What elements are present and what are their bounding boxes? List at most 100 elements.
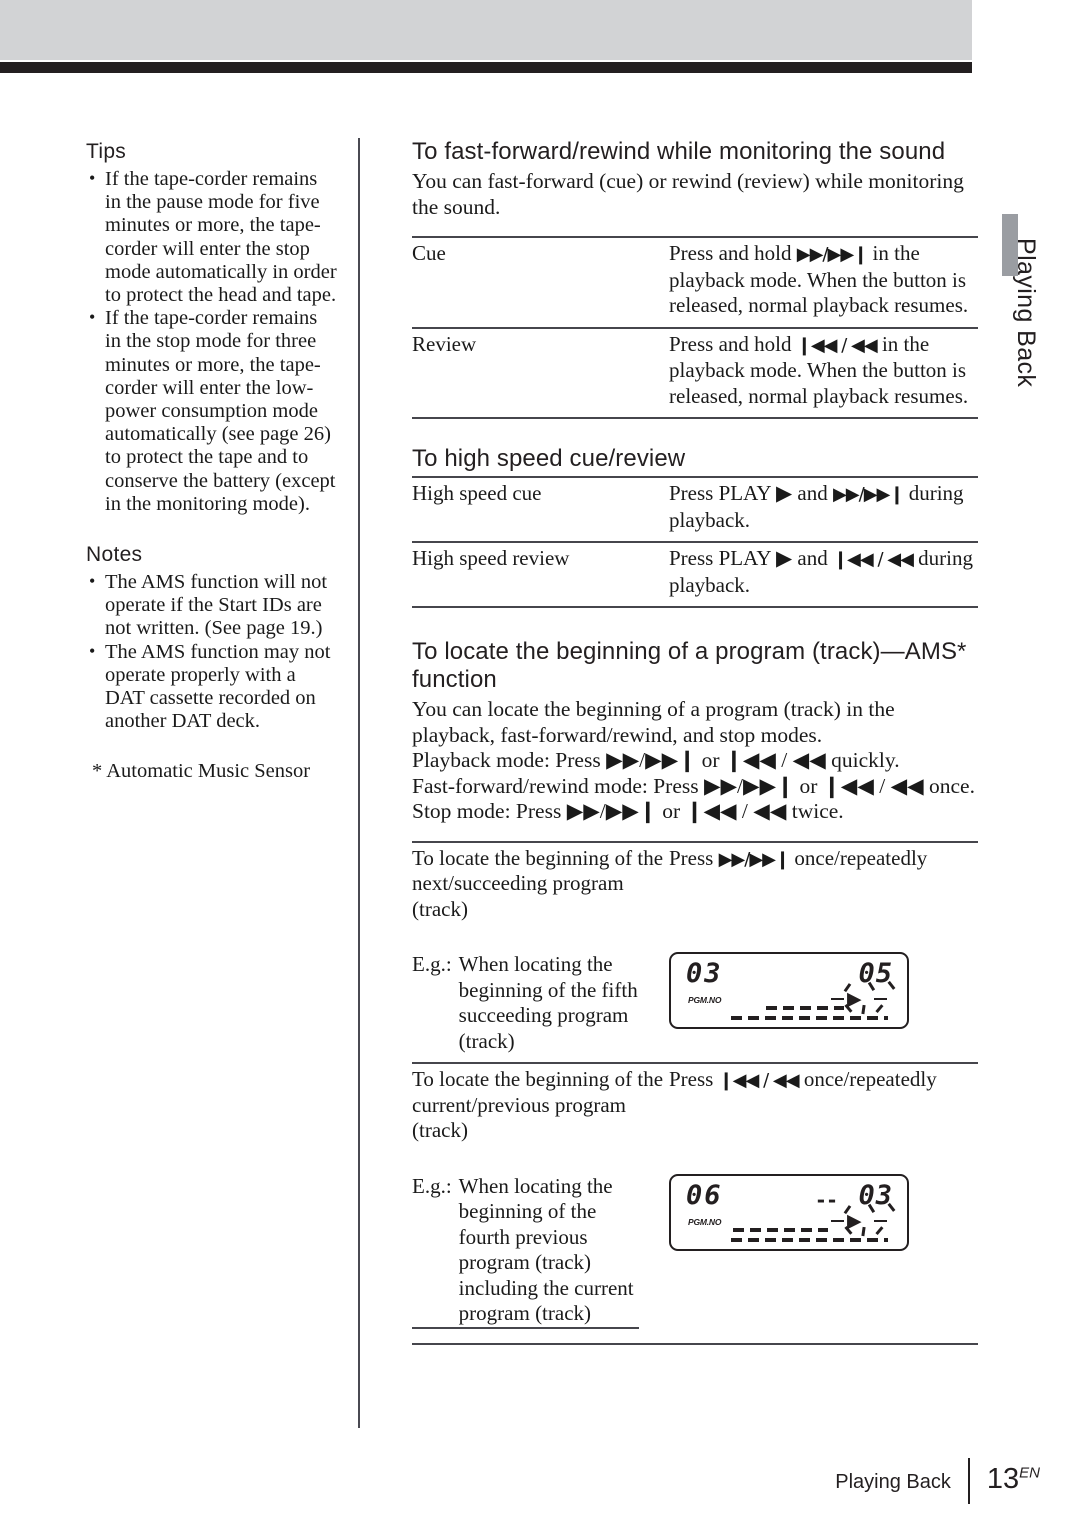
section-heading-high-speed: To high speed cue/review [412,445,686,472]
row-value: Press PLAY ▶ and ▶▶/▶▶❙ during playback. [669,476,978,542]
section-heading-ams: To locate the beginning of a program (tr… [412,638,967,693]
lcd-dash-row-upper [766,1006,844,1010]
manual-page: Playing Back Tips • If the tape-corder re… [0,0,1080,1533]
left-column: Tips • If the tape-corder remains in the … [86,140,338,784]
lcd-pgm-no-label: PGM.NO [688,995,722,1005]
row-text-after: once/repeatedly [789,845,928,870]
row-value: Press and hold ❙◀◀ / ◀◀ in the playback … [669,326,978,419]
blink-mark-icon [875,1004,884,1013]
table-row: Cue Press and hold ▶▶/▶▶❙ in the playbac… [412,236,978,328]
ams-locate-table: To locate the beginning of the next/succ… [412,840,978,1345]
lcd-cell: 03 PGM.NO 05 ▶ [669,930,978,1063]
tips-list: • If the tape-corder remains in the pause… [86,168,338,516]
lcd-dash-row-upper [733,1227,828,1232]
row-label: Cue [412,236,669,328]
ams-intro-line4: Stop mode: Press ▶▶/▶▶❙ or ❙◀◀ / ◀◀ twic… [412,799,844,823]
play-triangle-icon: ▶ [847,1209,862,1232]
side-tab-label: Playing Back [1012,238,1040,388]
table-row: To locate the beginning of the next/succ… [412,840,978,930]
ams-footnote: * Automatic Music Sensor [92,760,311,783]
lcd-dash-row-lower [731,1237,888,1242]
row-text-before: Press PLAY ▶ and [669,546,833,570]
right-arrow-mark-icon [874,1219,887,1222]
lcd-program-number: 06 [686,1179,723,1211]
footer-page-locale: EN [1019,1464,1040,1482]
tip-text: If the tape-corder remains in the stop m… [105,307,336,515]
notes-heading: Notes [86,543,143,567]
row-label: To locate the beginning of the next/succ… [412,840,669,930]
list-item: • The AMS function will not operate if th… [86,571,338,641]
lcd-program-number: 03 [686,958,723,989]
footer-section-label: Playing Back [835,1471,951,1493]
row-label: High speed review [412,541,669,608]
right-arrow-mark-icon [874,998,887,1001]
play-triangle-icon: ▶ [847,988,862,1010]
blink-mark-icon [861,1226,866,1236]
bullet-icon: • [89,640,96,661]
rewind-icon: ❙◀◀ / ◀◀ [718,1070,800,1091]
table-row: High speed cue Press PLAY ▶ and ▶▶/▶▶❙ d… [412,476,978,542]
left-arrow-mark-icon [831,1219,844,1222]
lcd-dash-row-lower [731,1016,888,1020]
blink-mark-icon [861,1004,866,1015]
list-item: • If the tape-corder remains in the stop … [86,307,338,516]
rewind-icon: ❙◀◀ / ◀◀ [796,334,878,356]
example-text-cell: E.g.: When locating the beginning of the… [412,1151,669,1345]
list-item: • If the tape-corder remains in the pause… [86,168,338,307]
tip-text: If the tape-corder remains in the pause … [105,168,337,307]
footer-divider [967,1458,970,1504]
cue-review-table: Cue Press and hold ▶▶/▶▶❙ in the playbac… [412,236,978,419]
row-label: To locate the beginning of the current/p… [412,1062,669,1152]
eg-text: When locating the beginning of the fifth… [458,952,638,1053]
right-column: To fast-forward/rewind while monitoring … [412,138,978,1345]
example-row: E.g.: When locating the beginning of the… [412,1151,978,1345]
note-text: The AMS function may not operate properl… [105,640,331,733]
notes-list: • The AMS function will not operate if th… [86,571,338,733]
header-gray-band [0,0,972,60]
bullet-icon: • [89,168,96,188]
page-footer: Playing Back 13EN [0,1458,1040,1504]
row-value: Press ▶▶/▶▶❙ once/repeatedly [669,840,978,930]
lcd-display-previous-track: 06 PGM.NO -- 03 ▶ [669,1173,909,1251]
list-item: • The AMS function may not operate proper… [86,641,338,734]
section1-intro: You can fast-forward (cue) or rewind (re… [412,169,964,219]
section-heading-fast-forward: To fast-forward/rewind while monitoring … [412,138,946,165]
example-row: E.g.: When locating the beginning of the… [412,930,978,1063]
table-row: High speed review Press PLAY ▶ and ❙◀◀ /… [412,541,978,608]
row-text-before: Press and hold [669,331,797,356]
rewind-icon: ❙◀◀ / ◀◀ [832,549,914,570]
row-text-before: Press [669,1067,719,1091]
lcd-cell: 06 PGM.NO -- 03 ▶ [669,1151,978,1345]
row-value: Press ❙◀◀ / ◀◀ once/repeatedly [669,1062,978,1152]
row-text-before: Press and hold [669,241,797,265]
blink-mark-icon [875,1225,884,1235]
row-value: Press and hold ▶▶/▶▶❙ in the playback mo… [669,236,978,328]
fast-forward-icon: ▶▶/▶▶❙ [832,484,905,505]
lcd-minus-prefix: -- [814,1187,838,1212]
column-divider [358,138,360,1428]
table-row: Review Press and hold ❙◀◀ / ◀◀ in the pl… [412,326,978,419]
ams-intro-line1: You can locate the beginning of a progra… [412,697,895,747]
example-text-cell: E.g.: When locating the beginning of the… [412,930,669,1063]
eg-text: When locating the beginning of the fourt… [458,1173,639,1329]
tips-heading: Tips [86,140,127,163]
bullet-icon: • [89,571,96,592]
row-text-before: Press [669,845,719,870]
footer-page-number: 13EN [987,1463,1040,1495]
bullet-icon: • [89,307,96,328]
row-text-after: once/repeatedly [798,1067,937,1091]
high-speed-table: High speed cue Press PLAY ▶ and ▶▶/▶▶❙ d… [412,476,978,608]
row-value: Press PLAY ▶ and ❙◀◀ / ◀◀ during playbac… [669,541,978,608]
row-label: High speed cue [412,476,669,542]
eg-label: E.g.: [412,1173,459,1329]
note-text: The AMS function will not operate if the… [105,571,328,640]
row-text-before: Press PLAY ▶ and [669,481,833,505]
lcd-pgm-no-label: PGM.NO [688,1216,722,1227]
ams-intro-line2: Playback mode: Press ▶▶/▶▶❙ or ❙◀◀ / ◀◀ … [412,748,900,772]
table-row: To locate the beginning of the current/p… [412,1062,978,1152]
